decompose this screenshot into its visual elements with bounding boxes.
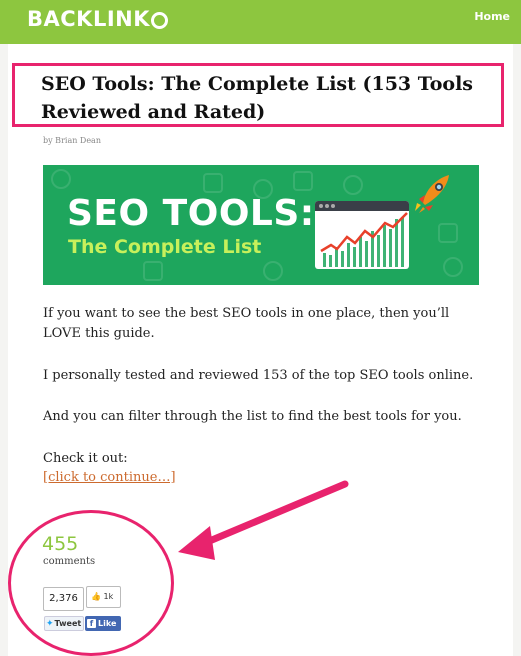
annotation-arrow — [178, 480, 349, 560]
